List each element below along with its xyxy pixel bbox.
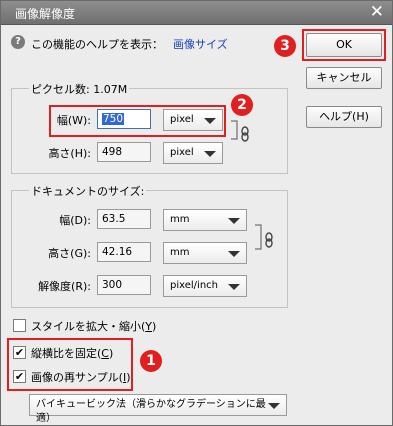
image-resolution-dialog: 画像解像度 ✕ ? この機能のヘルプを表示： 画像サイズ OK 3 キャンセル … — [0, 0, 393, 426]
doc-height-unit-select[interactable]: mm — [163, 242, 247, 264]
constrain-proportions-checkbox[interactable]: ✔ — [13, 346, 26, 359]
doc-width-label: 幅(D): — [59, 214, 91, 227]
pixel-height-label: 高さ(H): — [48, 147, 91, 160]
doc-height-input[interactable]: 42.16 — [97, 242, 151, 262]
dialog-title: 画像解像度 — [15, 7, 76, 21]
close-icon[interactable]: ✕ — [370, 2, 384, 22]
resolution-unit-select[interactable]: pixel/inch — [163, 275, 247, 297]
pixel-chain-link-icon — [231, 120, 249, 142]
resolution-label: 解像度(R): — [38, 280, 91, 293]
scale-styles-checkbox[interactable] — [13, 319, 26, 332]
title-bar: 画像解像度 ✕ — [1, 1, 392, 25]
cancel-button[interactable]: キャンセル — [306, 67, 382, 89]
help-button[interactable]: ヘルプ(H) — [306, 106, 382, 128]
help-link-image-size[interactable]: 画像サイズ — [173, 36, 228, 52]
ok-button[interactable]: OK — [306, 33, 382, 57]
resample-method-select[interactable]: バイキュービック法（滑らかなグラデーションに最適） — [29, 394, 287, 424]
doc-height-label: 高さ(G): — [48, 247, 91, 260]
document-chain-link-icon — [255, 224, 273, 250]
pixel-width-input[interactable]: 750 — [97, 109, 151, 129]
pixel-size-title: ピクセル数: 1.07M — [29, 81, 130, 97]
document-size-title: ドキュメントのサイズ: — [29, 183, 147, 199]
pixel-height-unit-select[interactable]: pixel — [163, 142, 223, 164]
doc-width-input[interactable]: 63.5 — [97, 209, 151, 229]
badge-3: 3 — [274, 35, 296, 57]
pixel-width-label: 幅(W): — [56, 114, 91, 127]
badge-1: 1 — [140, 350, 162, 372]
scale-styles-label: スタイルを拡大・縮小(Y) — [31, 320, 157, 333]
help-text: この機能のヘルプを表示： — [31, 38, 163, 51]
doc-width-unit-select[interactable]: mm — [163, 209, 247, 231]
pixel-width-unit-select[interactable]: pixel — [163, 109, 223, 131]
constrain-proportions-label: 縦横比を固定(C) — [31, 347, 114, 360]
resample-label: 画像の再サンプル(I) — [31, 371, 131, 384]
resolution-input[interactable]: 300 — [97, 275, 151, 295]
resample-checkbox[interactable]: ✔ — [13, 370, 26, 383]
badge-2: 2 — [231, 94, 253, 116]
pixel-height-input[interactable]: 498 — [97, 142, 151, 162]
help-question-icon: ? — [11, 35, 25, 49]
